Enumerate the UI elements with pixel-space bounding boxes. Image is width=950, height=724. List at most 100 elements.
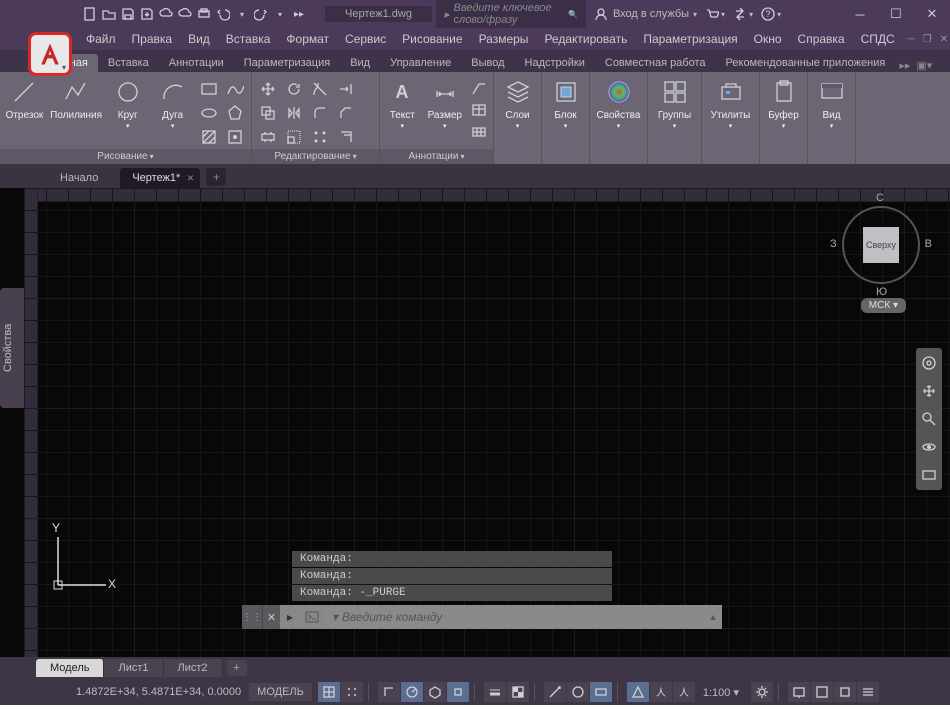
drawing-canvas[interactable]: Y X Сверху С Ю В З МСК ▾ [24, 188, 950, 657]
file-tab-add-button[interactable]: + [206, 168, 226, 186]
layout-tab-sheet1[interactable]: Лист1 [104, 659, 163, 677]
groups-button[interactable]: Группы▾ [654, 74, 696, 132]
close-button[interactable]: ✕ [914, 0, 950, 28]
move-icon[interactable] [256, 78, 280, 100]
help-icon[interactable]: ?▾ [761, 7, 781, 21]
menu-view[interactable]: Вид [182, 30, 216, 48]
menu-parametric[interactable]: Параметризация [637, 30, 743, 48]
nav-zoom-icon[interactable] [920, 410, 938, 428]
menu-file[interactable]: Файл [80, 30, 122, 48]
qat-cloud-save-icon[interactable] [177, 6, 193, 22]
status-sc-icon[interactable] [544, 682, 566, 702]
status-scale[interactable]: 1:100 ▾ [697, 686, 745, 699]
array-icon[interactable] [308, 126, 332, 148]
cloud-icon[interactable] [469, 122, 489, 142]
ribbon-tab-featured[interactable]: Рекомендованные приложения [716, 54, 896, 72]
cmd-expand-icon[interactable]: ▴ [704, 605, 722, 629]
qat-dropdown2-icon[interactable]: ▾ [272, 6, 288, 22]
nav-wheel-icon[interactable] [920, 354, 938, 372]
extend-icon[interactable] [334, 78, 358, 100]
ribbon-tab-insert[interactable]: Вставка [98, 54, 159, 72]
line-button[interactable]: Отрезок [4, 74, 45, 121]
file-tab-close-icon[interactable]: ✕ [187, 173, 195, 184]
offset-icon[interactable] [334, 126, 358, 148]
status-dyn-icon[interactable] [590, 682, 612, 702]
utilities-button[interactable]: Утилиты▾ [704, 74, 758, 132]
status-gear-icon[interactable] [751, 682, 773, 702]
maximize-button[interactable]: ☐ [878, 0, 914, 28]
dimension-button[interactable]: Размер▾ [425, 74, 465, 132]
ucs-icon[interactable]: Y X [46, 527, 116, 597]
qat-new-icon[interactable] [82, 6, 98, 22]
status-annomonitor-icon[interactable] [627, 682, 649, 702]
menu-edit[interactable]: Правка [126, 30, 179, 48]
status-ws-icon[interactable] [788, 682, 810, 702]
wcs-badge[interactable]: МСК ▾ [861, 298, 906, 313]
status-coordinates[interactable]: 1.4872E+34, 5.4871E+34, 0.0000 [76, 686, 241, 698]
scale-icon[interactable] [282, 126, 306, 148]
qat-redo-icon[interactable] [253, 6, 269, 22]
circle-button[interactable]: Круг▾ [107, 74, 148, 132]
doc-restore-icon[interactable]: ❐ [920, 34, 935, 45]
menu-insert[interactable]: Вставка [220, 30, 277, 48]
menu-tools[interactable]: Сервис [339, 30, 392, 48]
menu-spds[interactable]: СПДС [855, 30, 901, 48]
viewcube-east[interactable]: В [925, 238, 932, 250]
exchange-icon[interactable]: ▾ [733, 7, 753, 21]
ribbon-tab-view[interactable]: Вид [340, 54, 380, 72]
stretch-icon[interactable] [256, 126, 280, 148]
login-button[interactable]: Вход в службы ▾ [594, 7, 697, 21]
ribbon-search-icon[interactable]: ▸▸ [899, 59, 910, 72]
status-annovis-icon[interactable]: 人 [673, 682, 695, 702]
doc-minimize-icon[interactable]: ─ [905, 34, 918, 45]
status-grid-icon[interactable] [318, 682, 340, 702]
qat-cloud-open-icon[interactable] [158, 6, 174, 22]
qat-dropdown-icon[interactable]: ▾ [234, 6, 250, 22]
rotate-icon[interactable] [282, 78, 306, 100]
cmd-close-icon[interactable]: ✕ [262, 605, 280, 629]
layout-tab-sheet2[interactable]: Лист2 [164, 659, 223, 677]
status-model-button[interactable]: МОДЕЛЬ [249, 683, 312, 701]
menu-window[interactable]: Окно [748, 30, 788, 48]
status-ortho-icon[interactable] [378, 682, 400, 702]
status-snap-icon[interactable] [341, 682, 363, 702]
viewcube[interactable]: Сверху С Ю В З [842, 206, 920, 284]
menu-dimension[interactable]: Размеры [473, 30, 535, 48]
status-polar-icon[interactable] [401, 682, 423, 702]
ribbon-tab-addins[interactable]: Надстройки [515, 54, 595, 72]
panel-annot-title[interactable]: Аннотации▾ [380, 149, 493, 164]
nav-showmotion-icon[interactable] [920, 466, 938, 484]
viewcube-south[interactable]: Ю [876, 286, 887, 298]
trim-icon[interactable] [308, 78, 332, 100]
menu-format[interactable]: Формат [280, 30, 335, 48]
qat-more-icon[interactable]: ▸▸ [291, 6, 307, 22]
viewcube-west[interactable]: З [830, 238, 837, 250]
viewcube-north[interactable]: С [876, 192, 884, 204]
polyline-button[interactable]: Полилиния [49, 74, 103, 121]
clipboard-button[interactable]: Буфер▾ [763, 74, 805, 132]
ribbon-tab-annotate[interactable]: Аннотации [159, 54, 234, 72]
rect-icon[interactable] [197, 78, 221, 100]
region-icon[interactable] [223, 126, 247, 148]
status-clean-icon[interactable] [834, 682, 856, 702]
properties-button[interactable]: Свойства▾ [592, 74, 646, 132]
status-osnap-icon[interactable] [447, 682, 469, 702]
panel-modify-title[interactable]: Редактирование▾ [252, 149, 379, 164]
doc-close-icon[interactable]: ✕ [937, 34, 950, 45]
ribbon-tab-parametric[interactable]: Параметризация [234, 54, 340, 72]
layout-tab-model[interactable]: Модель [36, 659, 104, 677]
arc-button[interactable]: Дуга▾ [152, 74, 193, 132]
text-button[interactable]: A Текст▾ [384, 74, 421, 132]
status-custom-icon[interactable] [857, 682, 879, 702]
panel-draw-title[interactable]: Рисование▾ [0, 149, 251, 164]
table-icon[interactable] [469, 100, 489, 120]
qat-saveas-icon[interactable] [139, 6, 155, 22]
copy-icon[interactable] [256, 102, 280, 124]
leader-icon[interactable] [469, 78, 489, 98]
application-menu-button[interactable]: ▾ [28, 32, 72, 76]
chamfer-icon[interactable] [334, 102, 358, 124]
minimize-button[interactable]: ─ [842, 0, 878, 28]
properties-palette-tab[interactable]: Свойства [0, 288, 24, 408]
menu-draw[interactable]: Рисование [396, 30, 468, 48]
qat-open-icon[interactable] [101, 6, 117, 22]
